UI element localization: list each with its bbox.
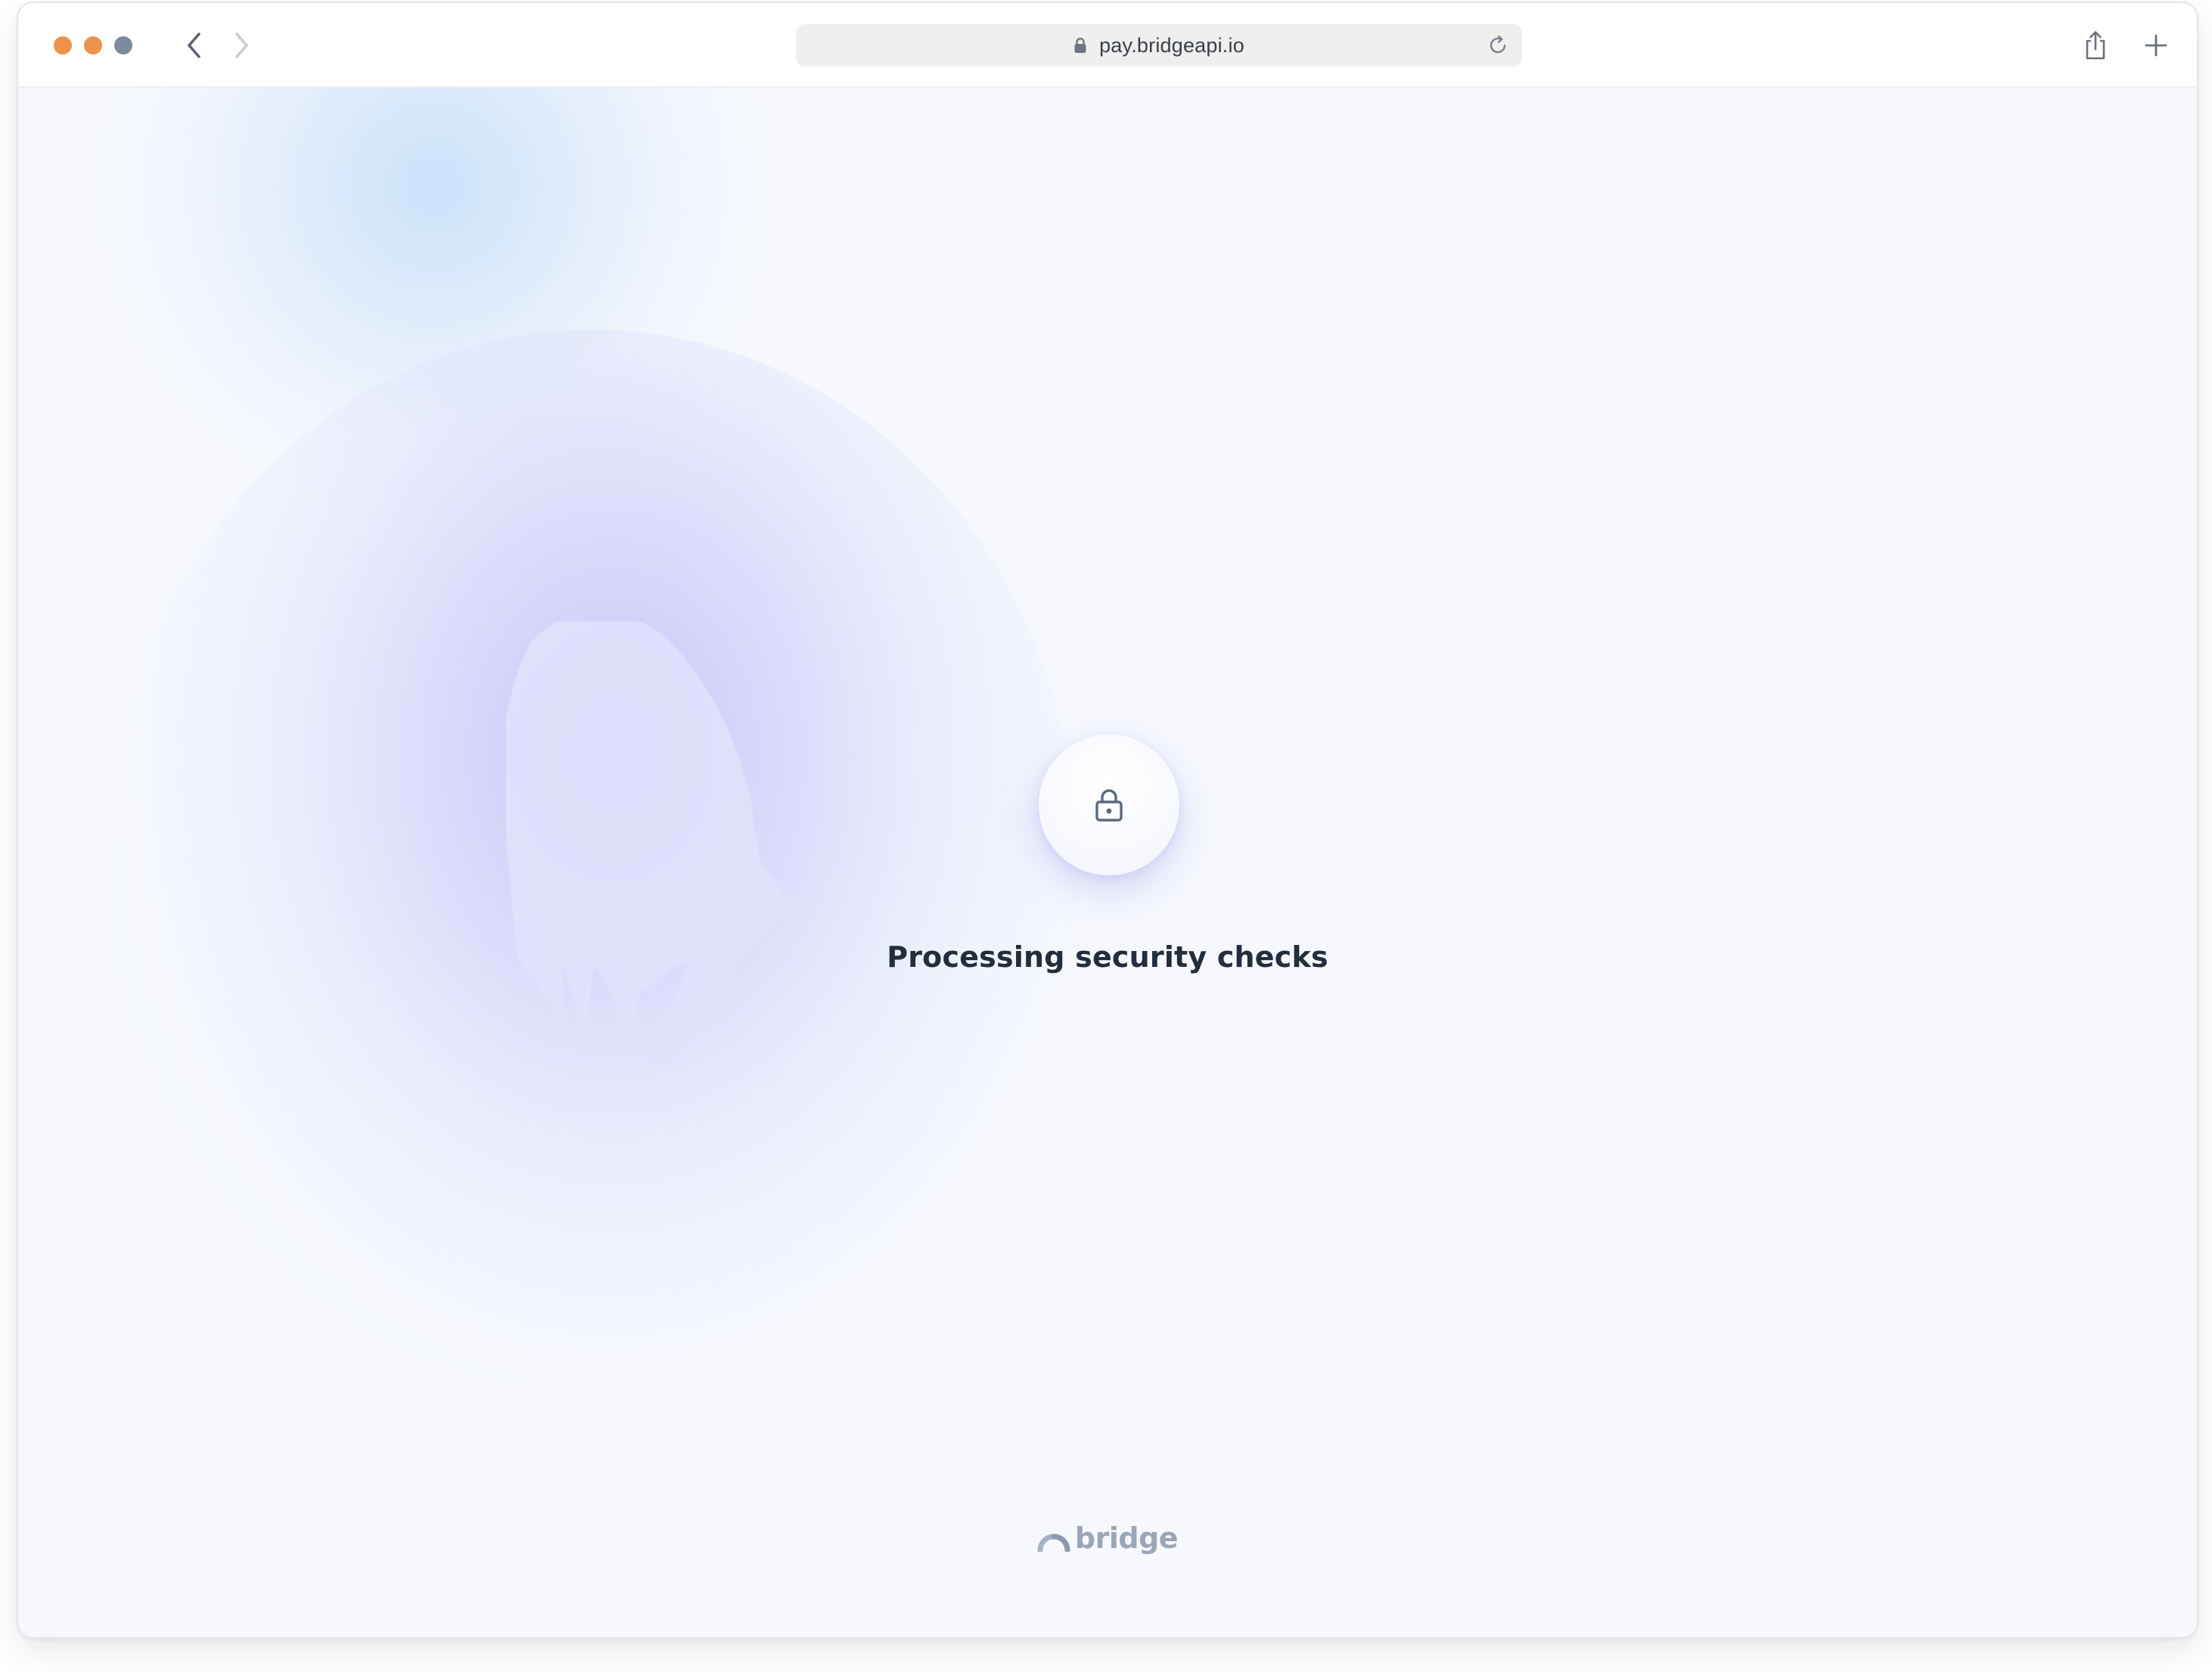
new-tab-button[interactable] [2136,26,2176,65]
brand-name: bridge [1074,1521,1179,1555]
share-icon [2086,31,2105,60]
status-message: Processing security checks [887,940,1328,974]
plus-icon [2145,34,2167,57]
minimize-window-button[interactable] [84,36,102,54]
brand-logo: bridge [18,1521,2197,1555]
reload-icon[interactable] [1486,33,1510,57]
bridge-logo-icon [1037,1534,1070,1552]
page-content: Processing security checks bridge [18,88,2197,1637]
lock-icon [1095,789,1123,822]
share-button[interactable] [2076,26,2115,65]
maximize-window-button[interactable] [114,36,132,54]
chevron-left-icon [188,33,200,58]
back-button[interactable] [176,26,213,65]
forward-button[interactable] [222,26,260,65]
url-text: pay.bridgeapi.io [1099,33,1244,57]
address-bar[interactable]: pay.bridgeapi.io [796,24,1522,67]
close-window-button[interactable] [54,36,72,54]
status-icon-badge [1039,735,1179,875]
background-decoration [506,621,790,1071]
lock-icon [1074,37,1086,53]
chevron-right-icon [235,33,248,58]
browser-window: pay.bridgeapi.io Processing security che… [17,2,2198,1639]
browser-toolbar: pay.bridgeapi.io [18,3,2197,88]
